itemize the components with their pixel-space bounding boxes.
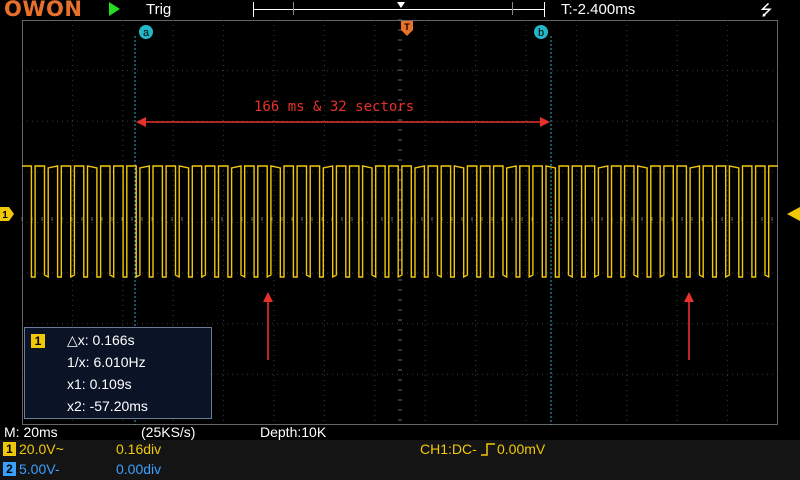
channel-badge: 1 [31,334,45,348]
trigger-level-marker[interactable] [786,206,800,222]
ch1-offset: 0.16div [116,441,162,457]
memory-depth[interactable]: Depth:10K [260,424,326,440]
inverse-delta-x: 1/x: 6.010Hz [67,354,146,370]
cursor-x1: x1: 0.109s [67,376,132,392]
trigger-time-label: T [404,22,410,32]
delta-x: △x: 0.166s [67,332,135,348]
acquisition-status: M: 20ms (25KS/s) Depth:10K [0,424,800,440]
channel-info-bar: 1 20.0V~ 0.16div 2 5.00V- 0.00div CH1:DC… [0,440,800,480]
sample-rate: (25KS/s) [141,424,196,440]
cursor-a-label: a [143,27,150,39]
measure-arrow-right-head [540,117,550,127]
rising-edge-icon [481,443,495,456]
ch1-ground-marker[interactable]: 1 [0,206,14,222]
ch2-offset: 0.00div [116,461,162,477]
ch2-scale[interactable]: 5.00V- [19,461,59,477]
ch1-scale[interactable]: 20.0V~ [19,441,64,457]
svg-text:1: 1 [2,210,8,221]
sector-arrow-2-head [684,292,694,302]
cursor-x2: x2: -57.20ms [67,398,148,414]
sector-arrow-1-head [263,292,273,302]
timebase[interactable]: M: 20ms [4,424,58,440]
measure-arrow-left-head [136,117,146,127]
annotation-text: 166 ms & 32 sectors [254,99,415,115]
cursor-b-label: b [538,27,544,39]
ch1-badge[interactable]: 1 [3,442,16,456]
ch2-badge[interactable]: 2 [3,462,16,476]
trigger-level: 0.00mV [497,441,546,457]
trigger-info[interactable]: CH1:DC- [420,441,477,457]
cursor-measurement-panel: 1 △x: 0.166s 1/x: 6.010Hz x1: 0.109s x2:… [24,327,212,419]
